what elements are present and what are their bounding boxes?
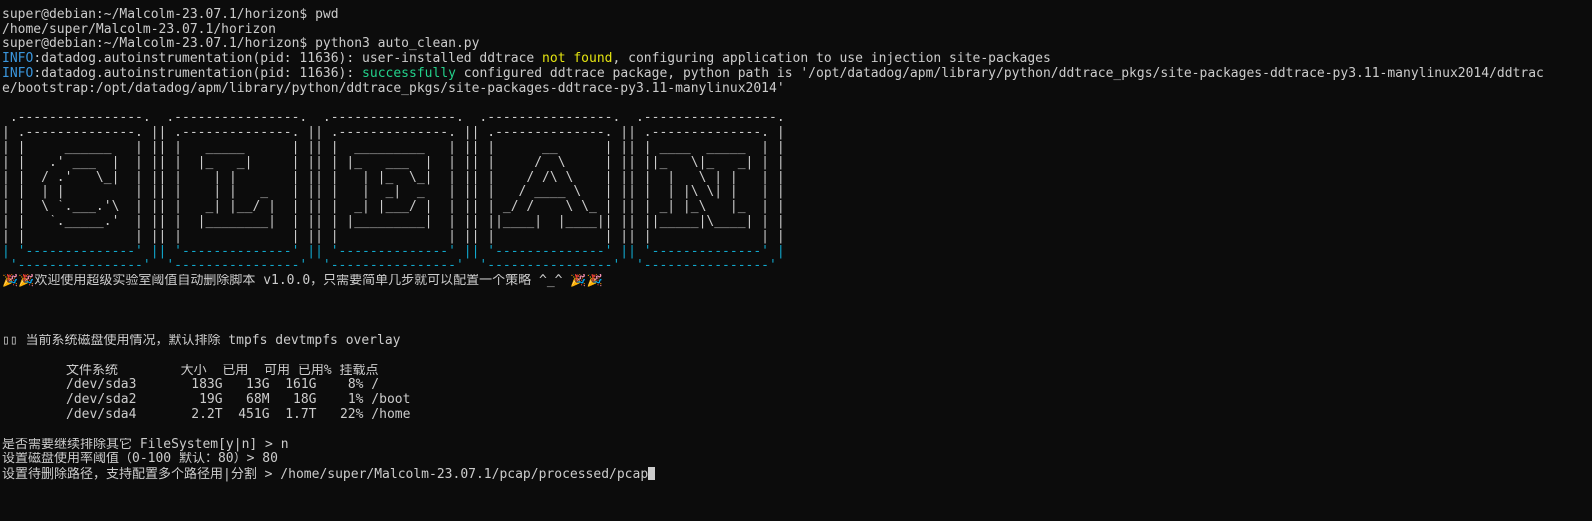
clean-banner-art: .----------------. .----------------. .-… [2, 111, 1590, 274]
cell-use-percent: 22% [339, 407, 364, 422]
cell-use-percent: 1% [347, 393, 364, 408]
table-row: /dev/sda2 19G 68M 18G 1% /boot [66, 393, 1590, 408]
info-prefix: INFO [2, 66, 34, 81]
info-prefix: INFO [2, 52, 34, 67]
col-size: 大小 [180, 363, 207, 378]
cell-size: 19G [199, 393, 223, 408]
cell-avail: 1.7T [285, 407, 317, 422]
col-avail: 可用 [263, 363, 290, 378]
cell-use-percent: 8% [347, 378, 364, 393]
banner-art-line: | | \ `.___.'\ | || | _| |__/ | | || | _… [2, 200, 785, 215]
col-used: 已用 [222, 363, 249, 378]
cell-filesystem: /dev/sda4 [66, 407, 137, 422]
text-cursor [648, 467, 656, 481]
cell-filesystem: /dev/sda3 [66, 378, 137, 393]
prompt-threshold: 设置磁盘使用率阈值（0-100 默认：80）> 80 [2, 452, 278, 467]
cell-used: 13G [246, 378, 270, 393]
cell-filesystem: /dev/sda2 [66, 393, 137, 408]
cell-avail: 18G [293, 393, 317, 408]
cell-size: 183G [191, 378, 223, 393]
terminal-line-pwd-output: /home/super/Malcolm-23.07.1/horizon [2, 22, 276, 37]
terminal-line-info-1: INFO:datadog.autoinstrumentation(pid: 11… [2, 52, 1590, 67]
info-text: configured ddtrace package, python path … [455, 66, 1544, 81]
disk-usage-table: 文件系统 大小 已用 可用 已用% 挂载点 /dev/sda3 183G 13G… [66, 364, 1590, 423]
terminal-window[interactable]: super@debian:~/Malcolm-23.07.1/horizon$ … [2, 0, 1590, 521]
banner-art-line: .----------------. .----------------. .-… [2, 111, 785, 126]
prompt-exclude-filesystem: 是否需要继续排除其它 FileSystem[y|n] > n [2, 437, 289, 452]
cell-used: 451G [238, 407, 270, 422]
disk-usage-header: ▯▯ 当前系统磁盘使用情况，默认排除 tmpfs devtmpfs overla… [2, 333, 401, 348]
cell-avail: 161G [285, 378, 317, 393]
banner-art-line: | | .' ___ | | || | |_ _| | || | |_ ___ … [2, 155, 785, 170]
col-mount: 挂载点 [339, 363, 379, 378]
terminal-line-cut [2, 0, 1590, 8]
table-row: /dev/sda4 2.2T 451G 1.7T 22% /home [66, 408, 1590, 423]
welcome-message: 🎉🎉欢迎使用超级实验室阈值自动删除脚本 v1.0.0，只需要简单几步就可以配置一… [2, 274, 603, 289]
banner-art-line: | .--------------. || .--------------. |… [2, 126, 785, 141]
prompt-delete-path[interactable]: 设置待删除路径，支持配置多个路径用|分割 > /home/super/Malco… [2, 467, 1590, 482]
cell-size: 2.2T [191, 407, 223, 422]
disk-table-header: 文件系统 大小 已用 可用 已用% 挂载点 [66, 364, 1590, 379]
banner-art-line: | | ______ | || | _____ | || | _________… [2, 140, 785, 155]
banner-art-line: | '--------------' || '--------------' |… [2, 244, 785, 259]
banner-art-line: '----------------' '----------------' '-… [2, 259, 777, 274]
terminal-line-info-2: INFO:datadog.autoinstrumentation(pid: 11… [2, 67, 1590, 82]
banner-art-line: | | / .' \_| | || | | | | || | | |_ \_| … [2, 170, 785, 185]
info-text: , configuring application to use injecti… [612, 52, 1051, 67]
banner-art-line: | | | | | || | | | _ | || | | _| _ | || … [2, 185, 785, 200]
prompt-delete-path-text: 设置待删除路径，支持配置多个路径用|分割 > /home/super/Malco… [2, 467, 649, 482]
cell-used: 68M [246, 393, 270, 408]
col-filesystem: 文件系统 [66, 363, 119, 378]
terminal-line-info-2-wrap: e/bootstrap:/opt/datadog/apm/library/pyt… [2, 81, 785, 96]
banner-art-line: | | `._____.' | || | |________| | || | |… [2, 214, 785, 229]
info-highlight: not found [542, 52, 613, 67]
terminal-line-pwd-command: super@debian:~/Malcolm-23.07.1/horizon$ … [2, 7, 339, 22]
info-highlight: successfully [362, 66, 456, 81]
col-use-percent: 已用% [297, 363, 332, 378]
cell-mount: /home [371, 407, 411, 422]
info-text: :datadog.autoinstrumentation(pid: 11636)… [33, 66, 363, 81]
banner-art-line: | | | || | | || | | || | | || | | | [2, 229, 785, 244]
cell-mount: / [371, 378, 380, 393]
info-text: :datadog.autoinstrumentation(pid: 11636)… [33, 52, 543, 67]
terminal-line-run-command: super@debian:~/Malcolm-23.07.1/horizon$ … [2, 37, 480, 52]
cell-mount: /boot [371, 393, 411, 408]
table-row: /dev/sda3 183G 13G 161G 8% / [66, 378, 1590, 393]
